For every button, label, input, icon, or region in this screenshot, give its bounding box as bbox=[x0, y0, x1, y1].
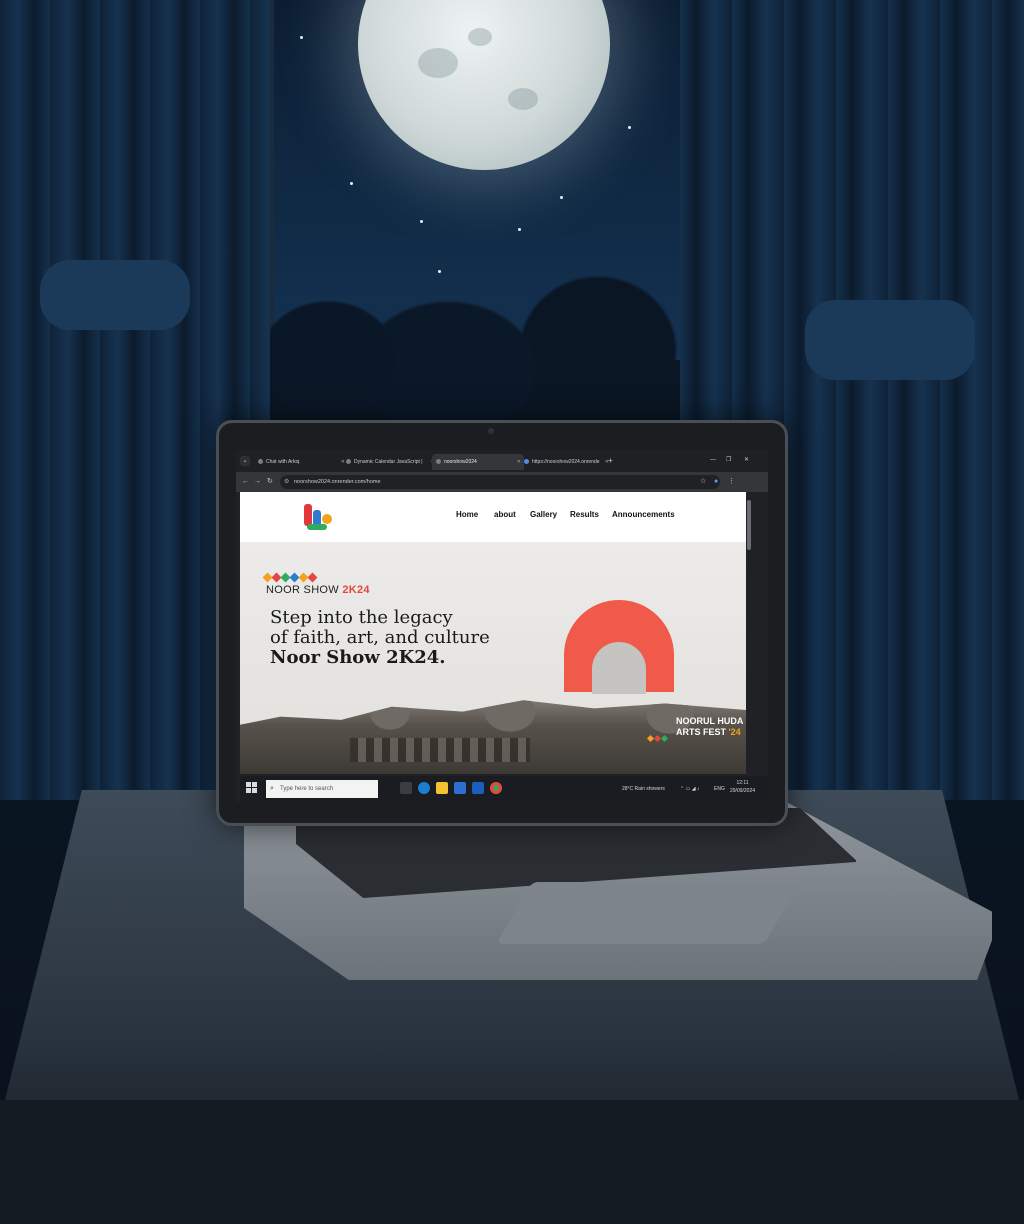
windows-taskbar: ⌕ Type here to search 28°C Rain showers … bbox=[240, 776, 768, 802]
fest-logo-text: NOORUL HUDA ARTS FEST '24 bbox=[676, 716, 744, 737]
forward-icon[interactable]: → bbox=[254, 477, 261, 487]
table-edge bbox=[0, 1100, 1024, 1224]
star bbox=[420, 220, 423, 223]
diamond-ornament bbox=[262, 568, 318, 583]
tab-favicon-icon bbox=[436, 459, 441, 465]
task-view-icon[interactable] bbox=[400, 782, 412, 794]
taskbar-search-input[interactable]: ⌕ Type here to search bbox=[266, 780, 378, 798]
tree-silhouettes bbox=[268, 250, 680, 430]
windows-start-icon[interactable] bbox=[246, 782, 258, 794]
curtain-tie-right bbox=[805, 300, 975, 380]
store-icon[interactable] bbox=[454, 782, 466, 794]
nav-gallery[interactable]: Gallery bbox=[530, 510, 557, 519]
tab-calendar[interactable]: Dynamic Calendar JavaScript | ✕ bbox=[342, 454, 438, 470]
webpage: Home about Gallery Results Announcements… bbox=[240, 492, 746, 774]
tab-search-button[interactable]: ⌄ bbox=[240, 456, 250, 466]
search-icon: ⌕ bbox=[270, 785, 274, 792]
language-indicator[interactable]: ENG bbox=[714, 784, 725, 794]
back-icon[interactable]: ← bbox=[242, 477, 249, 487]
app-icon[interactable] bbox=[472, 782, 484, 794]
star bbox=[628, 126, 631, 129]
laptop-screen: ⌄ Chat with Arkiq ✕ Dynamic Calendar Jav… bbox=[236, 450, 768, 802]
folder-icon[interactable] bbox=[436, 782, 448, 794]
tab-chat[interactable]: Chat with Arkiq ✕ bbox=[254, 454, 348, 470]
minimize-icon[interactable]: — bbox=[710, 454, 716, 466]
trackpad bbox=[496, 882, 800, 944]
bookmark-star-icon[interactable]: ☆ bbox=[700, 477, 706, 487]
site-navbar: Home about Gallery Results Announcements bbox=[240, 492, 746, 542]
nav-about[interactable]: about bbox=[494, 510, 516, 519]
browser-toolbar: ← → ↻ ⚙ noorshow2024.onrender.com/home ☆… bbox=[236, 472, 768, 492]
browser-tab-bar: ⌄ Chat with Arkiq ✕ Dynamic Calendar Jav… bbox=[236, 450, 768, 472]
profile-icon[interactable]: ● bbox=[714, 477, 718, 487]
hero-headline: Step into the legacy of faith, art, and … bbox=[270, 607, 490, 668]
weather-widget[interactable]: 28°C Rain showers bbox=[622, 784, 665, 794]
monument-arches bbox=[350, 738, 530, 762]
reload-icon[interactable]: ↻ bbox=[267, 477, 273, 487]
tray-icons[interactable]: ⌃ ▭ ◢ ♪ bbox=[680, 784, 699, 794]
curtain-tie-left bbox=[40, 260, 190, 330]
webcam bbox=[488, 428, 494, 434]
star bbox=[300, 36, 303, 39]
brand-wordmark: NOOR SHOW 2K24 bbox=[266, 584, 370, 596]
maximize-icon[interactable]: ❐ bbox=[726, 454, 731, 466]
fest-diamond-ornament bbox=[646, 728, 669, 746]
vertical-scrollbar[interactable] bbox=[746, 492, 752, 774]
tab-noorshow[interactable]: noorshow2024 ✕ bbox=[432, 454, 524, 470]
dome-graphic bbox=[592, 642, 646, 694]
menu-icon[interactable]: ⋮ bbox=[728, 477, 735, 487]
nav-announcements[interactable]: Announcements bbox=[612, 510, 675, 519]
taskbar-clock[interactable]: 12:11 29/09/2024 bbox=[730, 779, 755, 795]
nav-results[interactable]: Results bbox=[570, 510, 599, 519]
background-scene: ⌄ Chat with Arkiq ✕ Dynamic Calendar Jav… bbox=[0, 0, 1024, 1224]
star bbox=[518, 228, 521, 231]
edge-icon[interactable] bbox=[418, 782, 430, 794]
address-bar[interactable]: ⚙ noorshow2024.onrender.com/home bbox=[280, 475, 720, 489]
star bbox=[350, 182, 353, 185]
site-logo[interactable] bbox=[302, 502, 336, 532]
hero-section: NOOR SHOW 2K24 Step into the legacy of f… bbox=[240, 542, 746, 774]
chrome-icon[interactable] bbox=[490, 782, 502, 794]
scrollbar-thumb[interactable] bbox=[747, 500, 751, 550]
new-tab-button[interactable]: + bbox=[608, 454, 613, 468]
tab-favicon-icon bbox=[258, 459, 263, 465]
tab-favicon-icon bbox=[346, 459, 351, 465]
tab-onrender[interactable]: https://noorshow2024.onrende ✕ bbox=[520, 454, 612, 470]
chrome-icon bbox=[524, 459, 529, 465]
site-info-icon[interactable]: ⚙ bbox=[284, 475, 289, 489]
nav-home[interactable]: Home bbox=[456, 510, 478, 519]
star bbox=[560, 196, 563, 199]
close-window-icon[interactable]: ✕ bbox=[744, 454, 749, 466]
